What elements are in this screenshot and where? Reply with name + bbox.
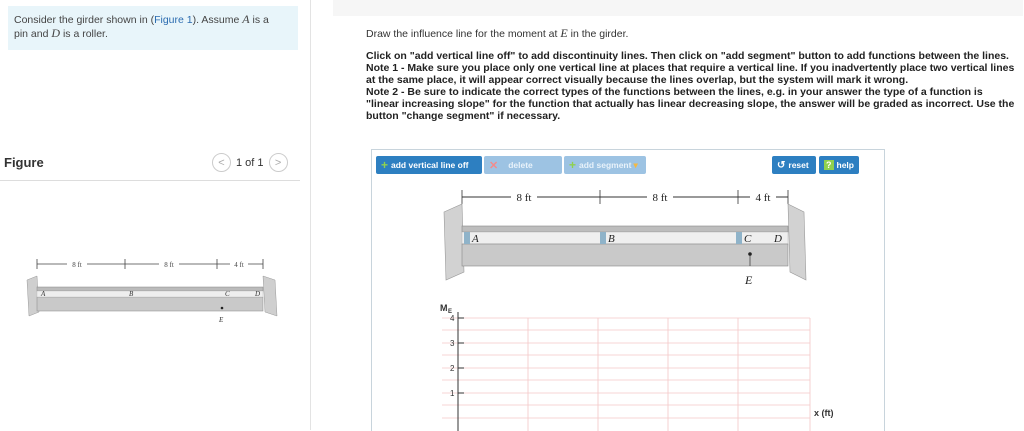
- prompt-text-4: is a roller.: [60, 28, 108, 40]
- y-tick-2: 2: [450, 364, 455, 373]
- beam-support-D: D: [773, 233, 782, 245]
- figure-divider: [0, 180, 300, 181]
- beam-support-C: C: [744, 233, 752, 245]
- beam-dim-2: 8 ft: [653, 192, 668, 204]
- figure-link[interactable]: Figure 1: [154, 14, 193, 26]
- next-figure-button[interactable]: >: [268, 153, 288, 172]
- left-panel: Consider the girder shown in (Figure 1).…: [0, 0, 310, 430]
- add-segment-button[interactable]: + add segment ▾: [564, 156, 646, 174]
- beam-diagram: 8 ft 8 ft 4 ft A B C D E: [443, 189, 807, 287]
- reset-button[interactable]: ↺ reset: [772, 156, 816, 174]
- var-D: D: [51, 26, 61, 40]
- prompt-text-2: ). Assume: [192, 14, 243, 26]
- instruction-note-2: Note 2 - Be sure to indicate the correct…: [366, 86, 1015, 122]
- figure-page-count: 1 of 1: [236, 156, 264, 169]
- fig-dim-2: 8 ft: [164, 261, 174, 269]
- delete-button[interactable]: ✕ delete: [484, 156, 562, 174]
- fig-support-D: D: [254, 290, 260, 298]
- girder-figure: 8 ft 8 ft 4 ft A B C D E: [26, 259, 278, 324]
- add-vertical-line-button[interactable]: + add vertical line off: [376, 156, 482, 174]
- delete-x-icon: ✕: [489, 159, 499, 172]
- graph-ylabel: M: [440, 303, 448, 313]
- y-tick-1: 1: [450, 389, 455, 398]
- beam-support-A: A: [471, 233, 479, 245]
- dropdown-icon: ▾: [633, 159, 638, 170]
- fig-support-A: A: [40, 290, 46, 298]
- beam-point-E: E: [744, 273, 753, 287]
- question-text: Draw the influence line for the moment a…: [366, 27, 1016, 40]
- fig-support-C: C: [225, 290, 230, 298]
- instructions: Draw the influence line for the moment a…: [366, 27, 1016, 122]
- right-panel: Draw the influence line for the moment a…: [311, 0, 1024, 431]
- question-var-E: E: [560, 26, 568, 40]
- plus-icon: +: [569, 158, 577, 172]
- help-button[interactable]: ? help: [819, 156, 859, 174]
- figure-heading: Figure: [4, 155, 44, 170]
- beam-dim-1: 8 ft: [517, 192, 532, 204]
- add-segment-label: add segment: [579, 160, 632, 170]
- beam-support-B: B: [608, 233, 615, 245]
- add-vertical-line-label: add vertical line off: [391, 160, 469, 170]
- tool-toolbar: + add vertical line off ✕ delete + add s…: [376, 156, 878, 176]
- help-icon: ?: [824, 160, 834, 170]
- y-tick-3: 3: [450, 339, 455, 348]
- figure-pager: < 1 of 1 >: [212, 153, 288, 172]
- fig-support-B: B: [129, 290, 134, 298]
- fig-dim-1: 8 ft: [72, 261, 82, 269]
- question-part-2: in the girder.: [567, 28, 629, 40]
- question-part-1: Draw the influence line for the moment a…: [366, 28, 561, 40]
- fig-dim-3: 4 ft: [234, 261, 244, 269]
- influence-line-tool: + add vertical line off ✕ delete + add s…: [371, 149, 885, 431]
- header-strip: [333, 0, 1023, 16]
- beam-dim-3: 4 ft: [756, 192, 771, 204]
- instruction-main: Click on "add vertical line off" to add …: [366, 50, 1009, 62]
- instruction-note-1: Note 1 - Make sure you place only one ve…: [366, 62, 1015, 86]
- help-label: help: [836, 160, 854, 170]
- y-tick-4: 4: [450, 314, 455, 323]
- var-A: A: [242, 12, 250, 26]
- influence-line-graph[interactable]: M E 4 3 2 1 x (ft): [372, 298, 882, 431]
- delete-label: delete: [508, 160, 533, 170]
- prev-figure-button[interactable]: <: [212, 153, 231, 172]
- problem-prompt-text: Consider the girder shown in (Figure 1).…: [14, 13, 284, 41]
- plus-icon: +: [381, 158, 389, 172]
- reset-icon: ↺: [777, 159, 786, 171]
- problem-prompt-box: Consider the girder shown in (Figure 1).…: [8, 6, 298, 50]
- fig-point-E: E: [218, 316, 224, 324]
- reset-label: reset: [788, 160, 809, 170]
- prompt-text-1: Consider the girder shown in (: [14, 14, 155, 26]
- graph-xlabel: x (ft): [814, 408, 834, 418]
